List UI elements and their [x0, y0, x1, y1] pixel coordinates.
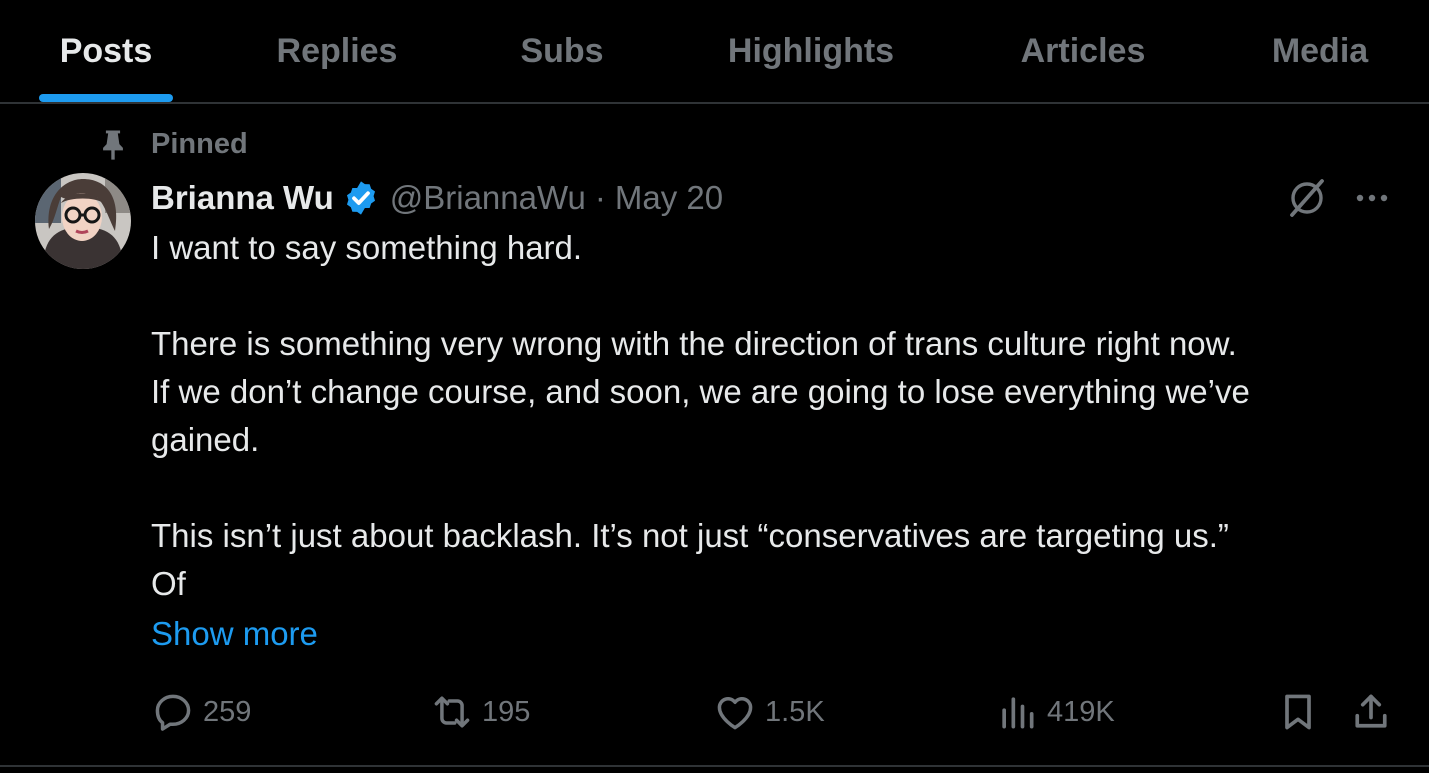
reply-count: 259	[203, 695, 252, 728]
post-text: I want to say something hard. There is s…	[151, 224, 1401, 608]
post-text-line: There is something very wrong with the d…	[151, 325, 1237, 362]
tab-highlights-label: Highlights	[727, 31, 895, 70]
pinned-indicator: Pinned	[96, 124, 248, 164]
show-more-link[interactable]: Show more	[151, 610, 318, 658]
share-button[interactable]	[1349, 688, 1401, 736]
tab-posts[interactable]: Posts	[0, 0, 212, 102]
author-name[interactable]: Brianna Wu	[151, 179, 334, 217]
avatar[interactable]	[35, 173, 131, 269]
post-text-line	[151, 464, 1401, 512]
post-header: Brianna Wu @BriannaWu · May 20	[151, 174, 723, 222]
verified-badge-icon[interactable]	[342, 179, 380, 217]
share-icon	[1355, 694, 1387, 728]
header-separator: ·	[594, 179, 606, 216]
active-tab-indicator	[39, 94, 173, 102]
tab-media[interactable]: Media	[1206, 0, 1429, 102]
bookmark-button[interactable]	[1276, 688, 1328, 736]
reply-button[interactable]: 259	[151, 688, 251, 736]
tab-articles[interactable]: Articles	[960, 0, 1206, 102]
tab-articles-label: Articles	[1020, 31, 1146, 70]
post-text-line	[151, 272, 1401, 320]
post-text-line: gained.	[151, 421, 260, 458]
author-handle[interactable]: @BriannaWu	[390, 179, 586, 217]
tab-highlights[interactable]: Highlights	[662, 0, 960, 102]
repost-button[interactable]: 195	[430, 688, 530, 736]
like-icon	[717, 697, 753, 730]
post-text-line: Of	[151, 565, 186, 602]
post-text-line: This isn’t just about backlash. It’s not…	[151, 517, 1229, 554]
bookmark-icon	[1285, 694, 1311, 730]
repost-icon	[434, 696, 470, 728]
tab-replies[interactable]: Replies	[212, 0, 462, 102]
reply-icon	[155, 694, 191, 731]
like-button[interactable]: 1.5K	[713, 688, 825, 736]
views-button[interactable]: 419K	[995, 688, 1115, 736]
post-text-line: I want to say something hard.	[151, 229, 583, 266]
profile-tabs: Posts Replies Subs Highlights Articles M…	[0, 0, 1429, 104]
views-count: 419K	[1047, 695, 1115, 728]
grok-icon[interactable]	[1285, 176, 1329, 220]
views-icon	[1002, 697, 1034, 729]
tab-subs-label: Subs	[520, 31, 604, 70]
tab-posts-label: Posts	[59, 31, 153, 70]
pinned-label: Pinned	[151, 127, 248, 160]
post-date[interactable]: May 20	[615, 179, 723, 217]
post-text-line: If we don’t change course, and soon, we …	[151, 373, 1250, 410]
tab-subs[interactable]: Subs	[462, 0, 662, 102]
pin-icon	[103, 130, 123, 160]
like-count: 1.5K	[765, 695, 825, 728]
repost-count: 195	[482, 695, 531, 728]
tab-media-label: Media	[1271, 31, 1369, 70]
post-divider	[0, 765, 1429, 767]
more-icon[interactable]	[1352, 180, 1392, 216]
tab-replies-label: Replies	[276, 31, 398, 70]
